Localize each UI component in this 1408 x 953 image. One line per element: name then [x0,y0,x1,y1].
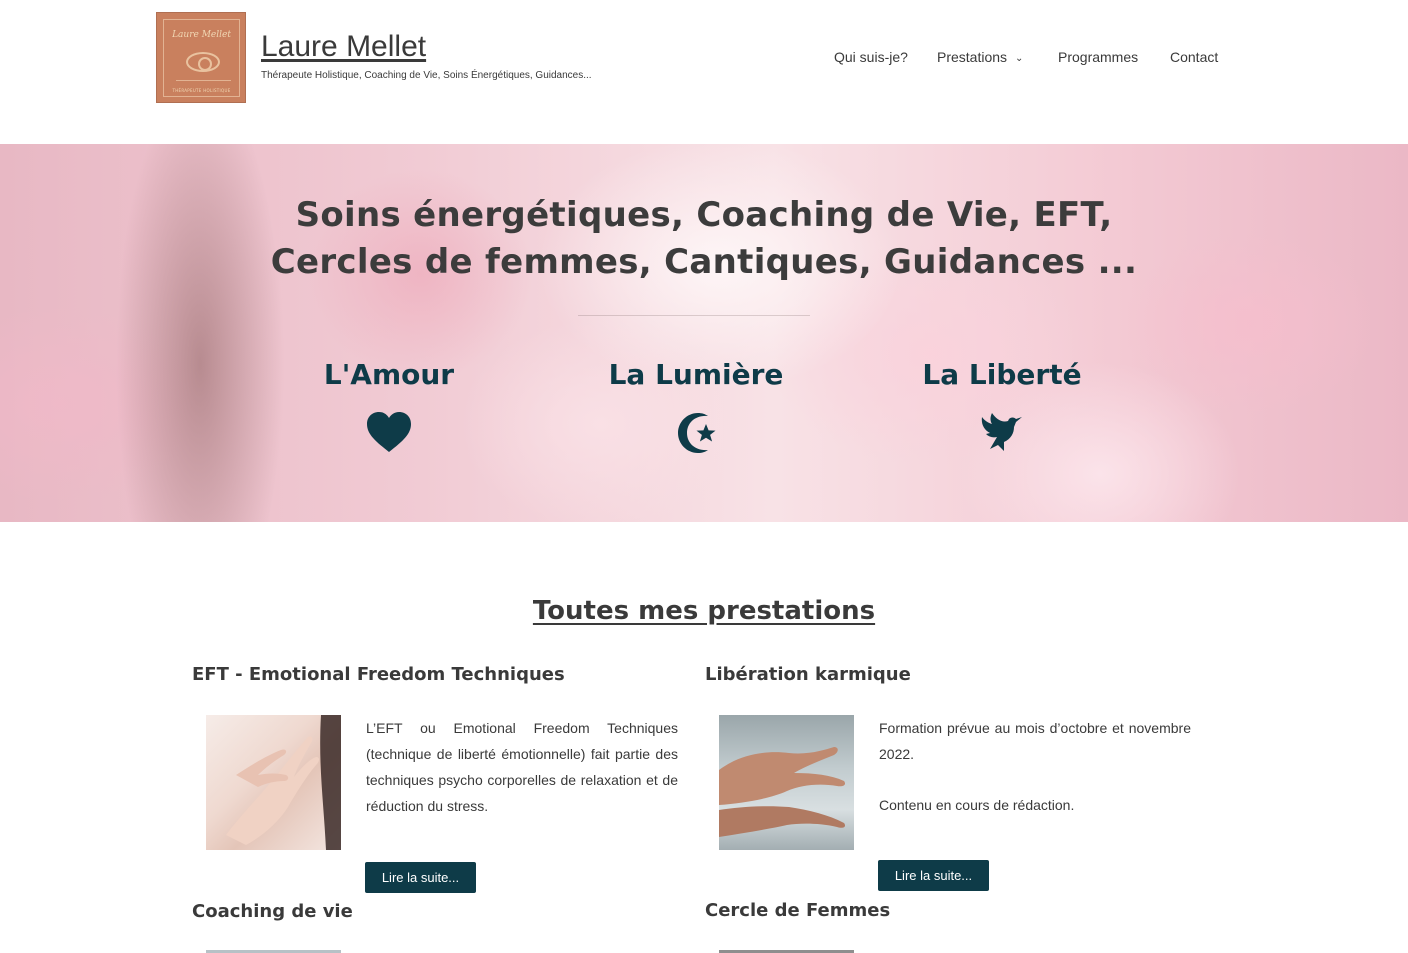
card-image-liberation-karmique[interactable] [719,715,854,850]
logo-divider [176,80,231,81]
pillar-liberte: La Liberté [882,358,1122,457]
site-header: Laure Mellet THÉRAPEUTE HOLISTIQUE Laure… [0,0,1408,118]
nav-item-programmes[interactable]: Programmes [1058,49,1138,65]
hero-bottom-divider [0,522,1408,548]
pillar-title: La Liberté [922,358,1082,391]
hero-top-divider [0,118,1408,144]
hero-title-line2: Cercles de femmes, Cantiques, Guidances … [270,242,1138,282]
eye-icon [186,52,220,72]
nav-item-label: Prestations [937,49,1008,65]
chevron-down-icon: ⌄ [1015,53,1024,64]
hero-separator [578,315,810,316]
read-more-button-liberation-karmique[interactable]: Lire la suite... [878,860,989,891]
heart-icon [367,412,411,452]
pillar-title: L'Amour [323,358,455,391]
nav-item-qui-suis-je[interactable]: Qui suis-je? [834,49,908,65]
card-image-eft[interactable] [206,715,341,850]
logo-script-text: Laure Mellet [172,30,231,40]
card-title-cercle-de-femmes[interactable]: Cercle de Femmes [705,900,890,921]
card-excerpt-eft: L’EFT ou Emotional Freedom Techniques (t… [366,720,678,814]
site-tagline: Thérapeute Holistique, Coaching de Vie, … [261,70,592,81]
hands-illustration [226,715,341,850]
card-excerpt-liberation-karmique-note: Contenu en cours de rédaction. [879,797,1075,813]
hero-title-line1: Soins énergétiques, Coaching de Vie, EFT… [295,195,1113,235]
card-excerpt-liberation-karmique: Formation prévue au mois d’octobre et no… [879,720,1191,762]
logo-frame: Laure Mellet THÉRAPEUTE HOLISTIQUE [163,19,240,97]
star-and-crescent-icon [678,413,716,453]
dove-icon [981,413,1022,451]
hero-banner: Soins énergétiques, Coaching de Vie, EFT… [0,118,1408,548]
site-title-link[interactable]: Laure Mellet [261,30,426,64]
nav-item-contact[interactable]: Contact [1170,49,1218,65]
pillar-lumiere: La Lumière [576,358,816,457]
logo-subtitle: THÉRAPEUTE HOLISTIQUE [172,88,231,93]
card-title-coaching-de-vie[interactable]: Coaching de vie [192,901,353,922]
read-more-button-eft[interactable]: Lire la suite... [365,862,476,893]
site-logo[interactable]: Laure Mellet THÉRAPEUTE HOLISTIQUE [156,12,246,103]
hands-illustration [719,747,846,837]
pillar-title: La Lumière [608,358,784,391]
card-title-eft[interactable]: EFT - Emotional Freedom Techniques [192,664,565,685]
pillar-amour: L'Amour [269,358,509,457]
section-title: Toutes mes prestations [532,596,876,626]
hero-title: Soins énergétiques, Coaching de Vie, EFT… [254,192,1154,286]
nav-item-prestations[interactable]: Prestations ⌄ [937,49,1023,65]
card-title-liberation-karmique[interactable]: Libération karmique [705,664,911,685]
